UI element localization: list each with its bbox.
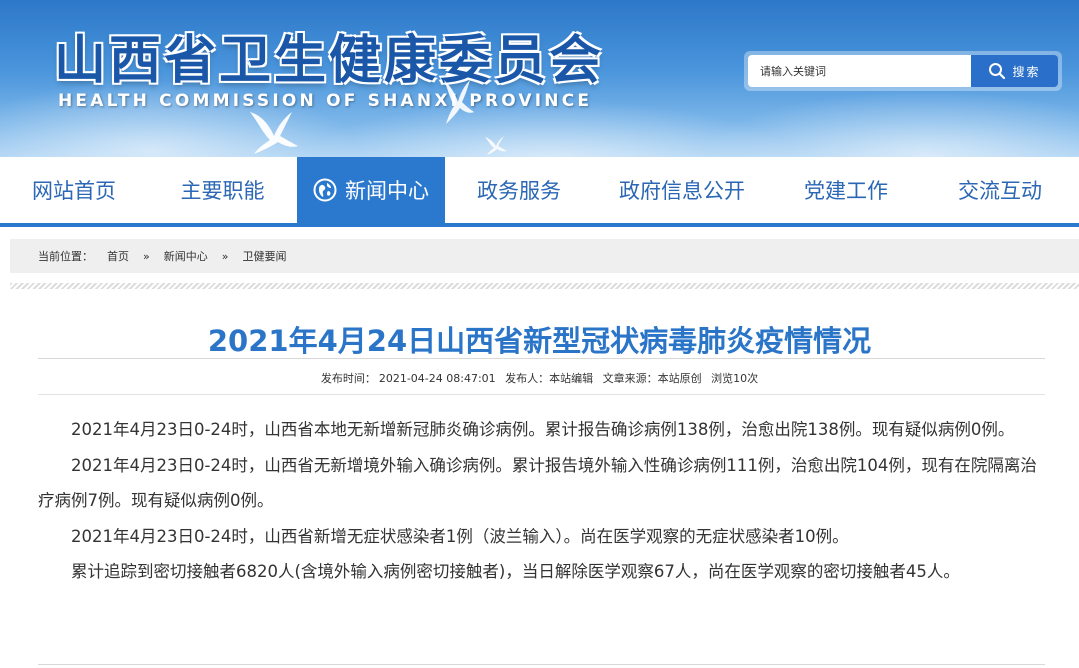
magnifier-icon: [989, 63, 1006, 80]
nav-item-label: 政府信息公开: [619, 179, 745, 203]
nav-item-functions[interactable]: 主要职能: [148, 157, 297, 223]
nav-item-services[interactable]: 政务服务: [445, 157, 593, 223]
search-box: 搜索: [744, 51, 1062, 91]
header-banner: 山西省卫生健康委员会 HEALTH COMMISSION OF SHANXI P…: [0, 0, 1079, 157]
divider: [38, 394, 1045, 395]
nav-item-home[interactable]: 网站首页: [0, 157, 148, 223]
site-subtitle: HEALTH COMMISSION OF SHANXI PROVINCE: [58, 91, 593, 111]
publisher-label: 发布人：: [505, 372, 550, 385]
breadcrumb-link-health-news[interactable]: 卫健要闻: [242, 248, 286, 264]
article-paragraph: 2021年4月23日0-24时，山西省无新增境外输入确诊病例。累计报告境外输入性…: [38, 455, 1037, 511]
breadcrumb: 当前位置： 首页 » 新闻中心 » 卫健要闻: [10, 239, 1079, 273]
nav-item-gov-info[interactable]: 政府信息公开: [593, 157, 771, 223]
divider: [10, 283, 1079, 289]
dove-icon: [444, 80, 474, 124]
nav-item-label: 主要职能: [180, 179, 265, 203]
divider: [38, 358, 1045, 359]
globe-icon: [313, 178, 337, 202]
article-title: 2021年4月24日山西省新型冠状病毒肺炎疫情情况: [207, 324, 872, 358]
publish-time: 2021-04-24 08:47:01: [378, 372, 496, 385]
article-paragraph: 累计追踪到密切接触者6820人(含境外输入病例密切接触者)，当日解除医学观察67…: [71, 562, 960, 581]
nav-item-party[interactable]: 党建工作: [771, 157, 921, 223]
nav-item-label: 网站首页: [32, 179, 116, 203]
site-title: 山西省卫生健康委员会: [54, 30, 605, 91]
nav-item-label: 新闻中心: [345, 179, 429, 203]
banner-cloud: [700, 90, 1079, 157]
article-paragraph: 2021年4月23日0-24时，山西省本地无新增新冠肺炎确诊病例。累计报告确诊病…: [71, 420, 1015, 439]
nav-item-label: 政务服务: [477, 179, 561, 203]
search-button-label: 搜索: [1012, 64, 1041, 79]
publisher: 本站编辑: [549, 372, 594, 385]
main-nav: 网站首页 主要职能 新闻中心 政务服务 政府信息公开 党建工作 交流互动: [0, 157, 1079, 227]
source-label: 文章来源：: [602, 372, 658, 385]
nav-item-label: 交流互动: [958, 179, 1042, 203]
breadcrumb-link-home[interactable]: 首页: [107, 248, 129, 264]
breadcrumb-separator: »: [221, 249, 229, 263]
search-input[interactable]: [748, 55, 971, 87]
divider: [38, 664, 1045, 665]
article-paragraph: 2021年4月23日0-24时，山西省新增无症状感染者1例（波兰输入）。尚在医学…: [71, 526, 849, 546]
view-count: 浏览10次: [711, 372, 759, 385]
source: 本站原创: [657, 372, 702, 385]
breadcrumb-separator: »: [143, 249, 150, 263]
breadcrumb-link-news[interactable]: 新闻中心: [164, 248, 208, 264]
search-form: 搜索: [748, 55, 1058, 87]
nav-item-label: 党建工作: [804, 179, 888, 203]
search-button[interactable]: 搜索: [971, 55, 1058, 87]
article-body: 2021年4月23日0-24时，山西省本地无新增新冠肺炎确诊病例。累计报告确诊病…: [38, 412, 1048, 590]
dove-icon: [485, 136, 507, 155]
dove-icon: [250, 112, 298, 154]
article-meta: 发布时间： 2021-04-24 08:47:01 发布人：本站编辑 文章来源：本…: [0, 370, 1079, 386]
nav-item-interaction[interactable]: 交流互动: [921, 157, 1079, 223]
publish-time-label: 发布时间：: [320, 372, 376, 385]
nav-item-news[interactable]: 新闻中心: [297, 157, 445, 223]
breadcrumb-prefix: 当前位置：: [38, 250, 93, 263]
